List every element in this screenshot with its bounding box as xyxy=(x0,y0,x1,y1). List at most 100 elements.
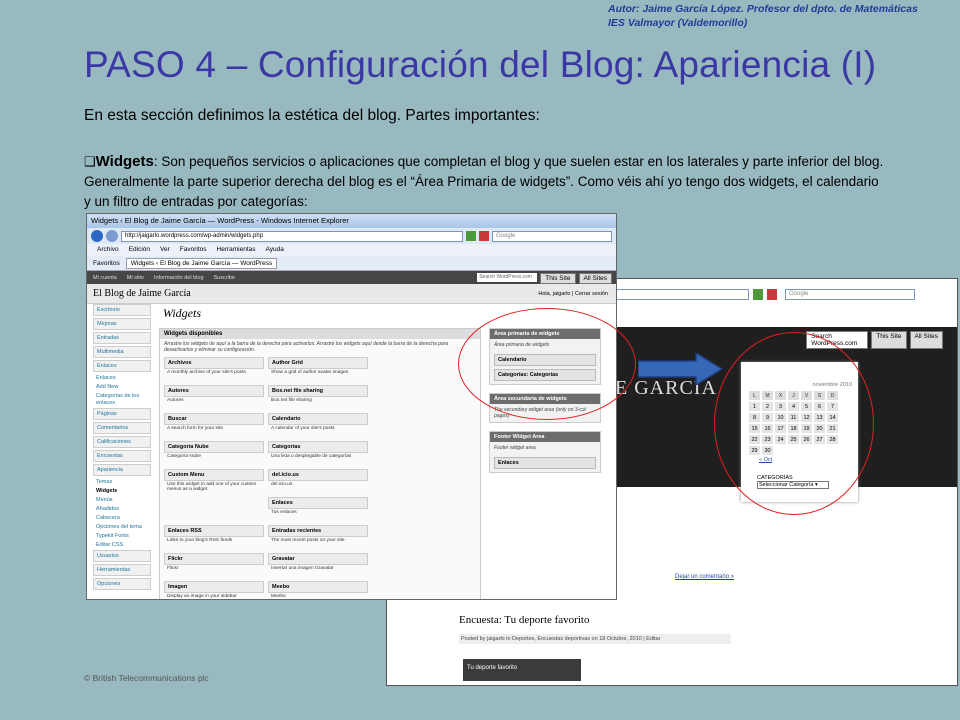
sidebar-item[interactable]: Multimedia xyxy=(93,346,151,358)
available-widget[interactable]: Meebo Meebo xyxy=(268,581,368,599)
favorites-button[interactable]: Favoritos xyxy=(93,260,120,267)
address-input[interactable]: http://jaigarlo.wordpress.com/wp-admin/w… xyxy=(121,230,463,242)
available-widget[interactable]: Box.net file sharing Box.net file sharing xyxy=(268,385,368,411)
admin-bar-item[interactable]: Mi cuenta xyxy=(93,275,117,281)
all-sites-button[interactable]: All Sites xyxy=(578,273,612,284)
widget-name: Author Grid xyxy=(268,357,368,369)
widget-description: Tus enlaces xyxy=(271,510,297,515)
widgets-grid: Archivos A monthly archive of your site's… xyxy=(160,355,480,599)
back-icon[interactable] xyxy=(91,230,103,242)
forward-icon[interactable] xyxy=(106,230,118,242)
browser-tab[interactable]: Widgets ‹ El Blog de Jaime García — Word… xyxy=(125,257,278,269)
refresh-icon[interactable] xyxy=(753,289,763,300)
sidebar-subitem[interactable]: Enlaces xyxy=(93,374,151,383)
sidebar-subitem[interactable]: Widgets xyxy=(93,487,151,496)
all-sites-button[interactable]: All Sites xyxy=(909,331,943,349)
stop-icon[interactable] xyxy=(479,231,489,241)
sidebar-subitem[interactable]: Categorías de los enlaces xyxy=(93,392,151,408)
ie-menu-item[interactable]: Archivo xyxy=(97,246,119,254)
widget-name: Enlaces RSS xyxy=(164,525,264,537)
sidebar-subitem[interactable]: Temas xyxy=(93,478,151,487)
admin-bar-item[interactable]: Suscribe xyxy=(214,275,235,281)
widget-area-desc: Footer widget area xyxy=(494,445,536,451)
sidebar-item[interactable]: Enlaces xyxy=(93,360,151,372)
available-widgets-panel: Widgets disponibles Arrastre los widgets… xyxy=(159,328,481,599)
widget-name: Categoría Nube xyxy=(164,441,264,453)
available-widget[interactable]: Imagen Display an image in your sidebar xyxy=(164,581,264,599)
refresh-icon[interactable] xyxy=(466,231,476,241)
available-widget[interactable]: Buscar A search form for your site xyxy=(164,413,264,439)
sidebar-subitem[interactable]: Editar CSS xyxy=(93,541,151,550)
widget-description: The most recent posts on your site xyxy=(271,538,345,543)
stop-icon[interactable] xyxy=(767,289,777,300)
widget-description: Links to your blog's RSS feeds xyxy=(167,538,233,543)
sidebar-item[interactable]: Entradas xyxy=(93,332,151,344)
available-widget[interactable]: Custom Menu Use this widget to add one of… xyxy=(164,469,264,495)
wp-greeting[interactable]: Hola, jaigarlo | Cerrar sesión xyxy=(538,291,608,297)
sidebar-item[interactable]: Opciones xyxy=(93,578,151,590)
blog-search-input[interactable]: Google xyxy=(785,289,915,300)
arrow-right-icon xyxy=(638,353,724,385)
widget-description: A calendar of your site's posts xyxy=(271,426,335,431)
available-widget[interactable]: Calendario A calendar of your site's post… xyxy=(268,413,368,439)
sidebar-item[interactable]: Escritorio xyxy=(93,304,151,316)
available-widget[interactable]: Enlaces RSS Links to your blog's RSS feed… xyxy=(164,525,264,551)
widget-name: Custom Menu xyxy=(164,469,264,481)
ie-menu-item[interactable]: Favoritos xyxy=(180,246,207,254)
area-widget[interactable]: Enlaces xyxy=(494,457,596,469)
widget-name: Archivos xyxy=(164,357,264,369)
sidebar-item[interactable]: Encuestas xyxy=(93,450,151,462)
admin-bar-item[interactable]: Información del blog xyxy=(154,275,204,281)
widget-description: Insertar una imagen Gravatar xyxy=(271,566,334,571)
ie-navigation-bar: http://jaigarlo.wordpress.com/wp-admin/w… xyxy=(87,228,616,244)
this-site-button[interactable]: This Site xyxy=(540,273,576,284)
comment-link[interactable]: Dejar un comentario » xyxy=(675,574,734,580)
sidebar-item[interactable]: Páginas xyxy=(93,408,151,420)
ie-menu-item[interactable]: Ayuda xyxy=(266,246,284,254)
widget-name: Box.net file sharing xyxy=(268,385,368,397)
available-widget[interactable]: Gravatar Insertar una imagen Gravatar xyxy=(268,553,368,579)
sidebar-subitem[interactable]: Cabecera xyxy=(93,514,151,523)
available-widget[interactable]: Autores Autores xyxy=(164,385,264,411)
admin-bar-menu: Mi cuenta Mi sitio Información del blog Sus… xyxy=(93,275,235,281)
sidebar-subitem[interactable]: Typekit Fonts xyxy=(93,532,151,541)
sidebar-subitem[interactable]: Add New xyxy=(93,383,151,392)
wp-blog-name[interactable]: El Blog de Jaime García xyxy=(93,288,191,299)
widget-description: Use this widget to add one of your custo… xyxy=(167,482,257,492)
available-widget[interactable]: Archivos A monthly archive of your site's… xyxy=(164,357,264,383)
admin-bar-item[interactable]: Mi sitio xyxy=(127,275,144,281)
available-widget[interactable]: Author Grid Show a grid of author avatar … xyxy=(268,357,368,383)
this-site-button[interactable]: This Site xyxy=(871,331,907,349)
ie-menu-item[interactable]: Herramientas xyxy=(217,246,256,254)
widget-name: del.icio.us xyxy=(268,469,368,481)
copyright-notice: © British Telecommunications plc xyxy=(84,673,209,683)
sidebar-subitem[interactable]: Añadidos xyxy=(93,505,151,514)
sidebar-item[interactable]: Apariencia xyxy=(93,464,151,476)
widget-area-header[interactable]: Footer Widget Area xyxy=(490,432,600,442)
ie-menu-item[interactable]: Ver xyxy=(160,246,170,254)
available-widget[interactable]: Categorías Una lista o desplegable de cat… xyxy=(268,441,368,467)
widget-description xyxy=(164,503,264,517)
sidebar-item[interactable]: Usuarios xyxy=(93,550,151,562)
widgets-label: Widgets xyxy=(95,153,154,170)
widget-name: Meebo xyxy=(268,581,368,593)
post-title[interactable]: Encuesta: Tu deporte favorito xyxy=(459,614,589,626)
available-widget[interactable]: Enlaces Tus enlaces xyxy=(268,497,368,523)
sidebar-item[interactable]: Mejoras xyxy=(93,318,151,330)
sidebar-item[interactable]: Calificaciones xyxy=(93,436,151,448)
sidebar-item[interactable]: Comentarios xyxy=(93,422,151,434)
sidebar-item[interactable]: Herramientas xyxy=(93,564,151,576)
available-widget[interactable]: Categoría Nube Categoría Nube xyxy=(164,441,264,467)
sidebar-subitem[interactable]: Menús xyxy=(93,496,151,505)
widget-name: Gravatar xyxy=(268,553,368,565)
available-widget[interactable]: Entradas recientes The most recent posts … xyxy=(268,525,368,551)
ie-search-input[interactable]: Google xyxy=(492,230,612,242)
available-widget[interactable]: del.icio.us del.icio.us xyxy=(268,469,368,495)
wp-search-input[interactable]: Search WordPress.com xyxy=(477,273,538,282)
available-widget[interactable] xyxy=(164,497,264,523)
widget-name: Autores xyxy=(164,385,264,397)
sidebar-subitem[interactable]: Opciones del tema xyxy=(93,523,151,532)
author-credit: Autor: Jaime García López. Profesor del … xyxy=(608,2,948,30)
available-widget[interactable]: Flickr Flickr xyxy=(164,553,264,579)
ie-menu-item[interactable]: Edición xyxy=(129,246,150,254)
